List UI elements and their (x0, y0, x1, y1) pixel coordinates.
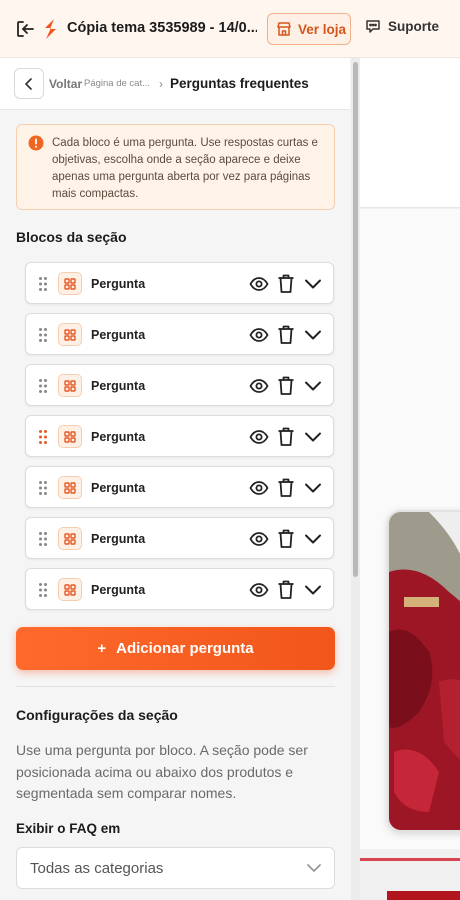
chevron-down-icon[interactable] (304, 275, 322, 293)
config-section-title: Configurações da seção (16, 707, 178, 723)
block-label: Pergunta (91, 583, 146, 597)
display-field-label: Exibir o FAQ em (16, 821, 121, 836)
eye-icon[interactable] (249, 479, 269, 497)
breadcrumb-parent-page[interactable]: Página de cat... (84, 78, 156, 89)
block-label: Pergunta (91, 277, 146, 291)
question-block[interactable]: Pergunta (25, 262, 334, 304)
eye-icon[interactable] (249, 530, 269, 548)
trash-icon[interactable] (277, 477, 295, 498)
trash-icon[interactable] (277, 426, 295, 447)
drag-handle-icon[interactable] (38, 327, 48, 343)
select-value: Todas as categorias (30, 860, 164, 877)
breadcrumb-back-link[interactable]: Voltar (49, 77, 82, 91)
eye-icon[interactable] (249, 581, 269, 599)
trash-icon[interactable] (277, 273, 295, 294)
grid-block-icon (58, 374, 82, 397)
add-question-button[interactable]: + Adicionar pergunta (16, 627, 335, 670)
block-label: Pergunta (91, 430, 146, 444)
grid-block-icon (58, 425, 82, 448)
back-button[interactable] (14, 68, 44, 99)
store-preview (360, 58, 460, 900)
chevron-down-icon[interactable] (304, 377, 322, 395)
chevron-down-icon[interactable] (304, 428, 322, 446)
drag-handle-icon[interactable] (38, 480, 48, 496)
view-store-label: Ver loja (298, 21, 347, 37)
grid-block-icon (58, 578, 82, 601)
chevron-down-icon (307, 864, 321, 872)
drag-handle-icon[interactable] (38, 582, 48, 598)
grid-block-icon (58, 323, 82, 346)
question-block[interactable]: Pergunta (25, 568, 334, 610)
block-label: Pergunta (91, 532, 146, 546)
grid-block-icon (58, 527, 82, 550)
breadcrumb: Voltar Página de cat... › Perguntas freq… (0, 58, 350, 110)
question-block[interactable]: Pergunta (25, 466, 334, 508)
eye-icon[interactable] (249, 377, 269, 395)
trash-icon[interactable] (277, 375, 295, 396)
eye-icon[interactable] (249, 275, 269, 293)
breadcrumb-current: Perguntas frequentes (170, 76, 309, 91)
sidebar-scrollbar-thumb[interactable] (353, 62, 358, 577)
question-block[interactable]: Pergunta (25, 313, 334, 355)
view-store-button[interactable]: Ver loja (267, 13, 351, 45)
eye-icon[interactable] (249, 428, 269, 446)
section-divider (16, 686, 335, 687)
drag-handle-icon[interactable] (38, 378, 48, 394)
chevron-left-icon (25, 77, 32, 90)
drag-handle-icon[interactable] (38, 276, 48, 292)
chevron-down-icon[interactable] (304, 326, 322, 344)
chevron-down-icon[interactable] (304, 581, 322, 599)
brand-logo-icon (45, 19, 56, 39)
exit-icon[interactable] (14, 18, 36, 40)
product-photo-graphic (389, 512, 460, 830)
question-block[interactable]: Pergunta (25, 415, 334, 457)
support-label: Suporte (388, 18, 440, 34)
drag-handle-icon[interactable] (38, 429, 48, 445)
add-question-label: Adicionar pergunta (116, 640, 254, 657)
chat-icon (366, 20, 380, 33)
grid-block-icon (58, 272, 82, 295)
store-icon (277, 22, 291, 36)
question-block[interactable]: Pergunta (25, 517, 334, 559)
trash-icon[interactable] (277, 528, 295, 549)
chevron-down-icon[interactable] (304, 530, 322, 548)
blocks-section-title: Blocos da seção (16, 229, 127, 245)
block-label: Pergunta (91, 379, 146, 393)
info-alert: Cada bloco é uma pergunta. Use respostas… (16, 124, 335, 210)
preview-header-area (360, 58, 460, 208)
block-label: Pergunta (91, 328, 146, 342)
preview-divider (360, 858, 460, 861)
preview-product-image (387, 510, 460, 832)
chevron-down-icon[interactable] (304, 479, 322, 497)
config-description: Use uma pergunta por bloco. A seção pode… (16, 742, 308, 801)
theme-title: Cópia tema 3535989 - 14/0... (67, 20, 257, 36)
plus-icon: + (97, 640, 107, 657)
drag-handle-icon[interactable] (38, 531, 48, 547)
breadcrumb-separator: › (159, 77, 163, 91)
alert-text: Cada bloco é uma pergunta. Use respostas… (52, 137, 318, 200)
grid-block-icon (58, 476, 82, 499)
trash-icon[interactable] (277, 324, 295, 345)
editor-sidebar: Voltar Página de cat... › Perguntas freq… (0, 58, 350, 900)
display-category-select[interactable]: Todas as categorias (16, 847, 335, 889)
warning-circle-icon (28, 135, 44, 151)
question-block[interactable]: Pergunta (25, 364, 334, 406)
block-label: Pergunta (91, 481, 146, 495)
trash-icon[interactable] (277, 579, 295, 600)
eye-icon[interactable] (249, 326, 269, 344)
top-bar: Cópia tema 3535989 - 14/0... Ver loja Su… (0, 0, 460, 58)
preview-footer-bar (387, 891, 460, 900)
support-button[interactable]: Suporte (365, 18, 439, 34)
